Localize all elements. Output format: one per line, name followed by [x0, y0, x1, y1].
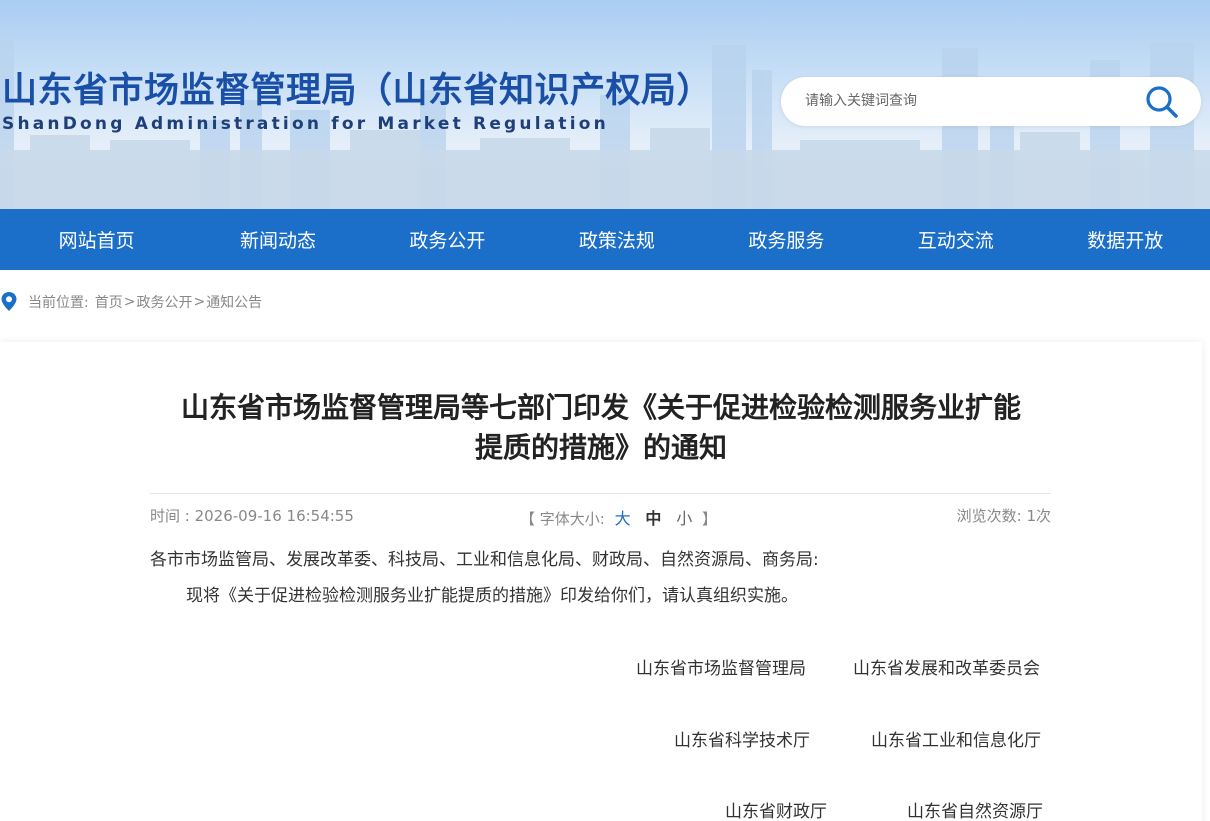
nav-item-policy[interactable]: 政策法规 — [532, 209, 701, 270]
breadcrumb-separator: > — [193, 294, 206, 310]
article-title-line: 提质的措施》的通知 — [474, 431, 727, 464]
article-title: 山东省市场监督管理局等七部门印发《关于促进检验检测服务业扩能 提质的措施》的通知 — [150, 388, 1052, 468]
signature-development-reform: 山东省发展和改革委员会 — [853, 659, 1040, 679]
nav-item-news[interactable]: 新闻动态 — [193, 209, 362, 270]
nav-item-open-data[interactable]: 数据开放 — [1041, 209, 1210, 270]
search-icon — [1146, 86, 1178, 118]
publish-time: 时间 : 2026-09-16 16:54:55 — [150, 507, 354, 525]
search-box — [781, 77, 1201, 126]
font-size-small-button[interactable]: 小 — [676, 509, 692, 528]
font-size-medium-button[interactable]: 中 — [645, 509, 661, 528]
main-nav: 网站首页 新闻动态 政务公开 政策法规 政务服务 互动交流 数据开放 — [0, 209, 1210, 270]
breadcrumb-prefix: 当前位置: — [28, 295, 89, 311]
site-subtitle: ShanDong Administration for Market Regul… — [2, 114, 609, 134]
search-input[interactable] — [805, 89, 1135, 113]
breadcrumb-link-gov-affairs[interactable]: 政务公开 — [136, 292, 192, 312]
signature-industry-it: 山东省工业和信息化厅 — [871, 731, 1041, 751]
nav-item-gov-affairs[interactable]: 政务公开 — [363, 209, 532, 270]
site-title: 山东省市场监督管理局（山东省知识产权局） — [2, 71, 713, 111]
breadcrumb: 当前位置: 首页 > 政务公开 > 通知公告 — [0, 290, 262, 314]
article-salutation: 各市市场监管局、发展改革委、科技局、工业和信息化局、财政局、自然资源局、商务局: — [150, 550, 819, 570]
font-size-close-bracket: 】 — [702, 510, 718, 528]
breadcrumb-separator: > — [123, 294, 136, 310]
breadcrumb-link-home[interactable]: 首页 — [95, 292, 123, 312]
article-paragraph: 现将《关于促进检验检测服务业扩能提质的措施》印发给你们，请认真组织实施。 — [186, 586, 798, 606]
signature-natural-resources: 山东省自然资源厅 — [907, 802, 1043, 821]
signature-science-tech: 山东省科学技术厅 — [674, 731, 810, 751]
location-pin-icon — [1, 292, 17, 311]
title-divider — [150, 493, 1051, 494]
view-count: 浏览次数: 1次 — [956, 507, 1051, 525]
nav-item-services[interactable]: 政务服务 — [702, 209, 871, 270]
signature-market-regulation: 山东省市场监督管理局 — [636, 659, 806, 679]
breadcrumb-link-notices[interactable]: 通知公告 — [206, 292, 262, 312]
font-size-label: 【 字体大小: — [520, 510, 605, 528]
font-size-large-button[interactable]: 大 — [615, 509, 631, 528]
font-size-control: 【 字体大小: 大 中 小 】 — [520, 505, 717, 529]
signature-finance: 山东省财政厅 — [725, 802, 827, 821]
site-header: 山东省市场监督管理局（山东省知识产权局） ShanDong Administra… — [0, 0, 1210, 209]
article-title-line: 山东省市场监督管理局等七部门印发《关于促进检验检测服务业扩能 — [180, 391, 1021, 424]
nav-item-home[interactable]: 网站首页 — [0, 209, 193, 270]
search-button[interactable] — [1143, 83, 1181, 121]
nav-item-interaction[interactable]: 互动交流 — [871, 209, 1040, 270]
